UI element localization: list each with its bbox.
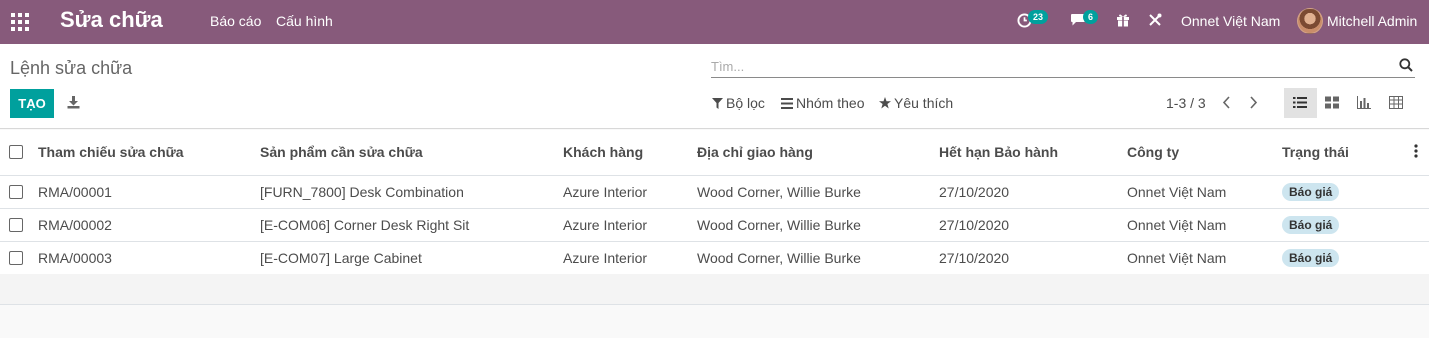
- cell-customer: Azure Interior: [563, 250, 648, 266]
- table-icon: [1389, 96, 1403, 109]
- search-icon[interactable]: [1399, 58, 1413, 72]
- cell-reference: RMA/00003: [38, 250, 112, 266]
- group-by-label: Nhóm theo: [796, 95, 865, 111]
- row-checkbox[interactable]: [9, 251, 23, 265]
- list-view-button[interactable]: [1284, 88, 1317, 118]
- cell-company: Onnet Việt Nam: [1127, 217, 1227, 233]
- pager-value[interactable]: 1-3 / 3: [1166, 95, 1206, 111]
- graph-view-button[interactable]: [1348, 88, 1381, 118]
- status-badge: Báo giá: [1282, 249, 1340, 267]
- menu-configuration[interactable]: Cấu hình: [276, 13, 333, 29]
- gift-button[interactable]: [1116, 10, 1132, 34]
- app-title[interactable]: Sửa chữa: [60, 7, 163, 33]
- optional-columns-icon[interactable]: [1414, 144, 1418, 158]
- status-badge: Báo giá: [1282, 216, 1340, 234]
- cell-product: [FURN_7800] Desk Combination: [260, 184, 464, 200]
- column-header-status[interactable]: Trạng thái: [1282, 144, 1349, 160]
- user-avatar[interactable]: [1297, 8, 1323, 34]
- cell-product: [E-COM06] Corner Desk Right Sit: [260, 217, 470, 233]
- table-row[interactable]: RMA/00002 [E-COM06] Corner Desk Right Si…: [0, 209, 1429, 242]
- cell-warranty: 27/10/2020: [939, 217, 1010, 233]
- cell-product: [E-COM07] Large Cabinet: [260, 250, 422, 266]
- cell-reference: RMA/00002: [38, 217, 112, 233]
- messages-count-badge: 6: [1083, 10, 1099, 24]
- favorites-label: Yêu thích: [894, 95, 954, 111]
- cell-address: Wood Corner, Willie Burke: [697, 250, 861, 266]
- column-header-reference[interactable]: Tham chiếu sửa chữa: [38, 144, 184, 160]
- cell-reference: RMA/00001: [38, 184, 112, 200]
- filters-label: Bộ lọc: [726, 95, 765, 111]
- group-by-button[interactable]: Nhóm theo: [781, 95, 864, 111]
- chevron-right-icon[interactable]: [1249, 96, 1258, 109]
- download-icon[interactable]: [67, 96, 80, 109]
- table-row[interactable]: RMA/00001 [FURN_7800] Desk Combination A…: [0, 176, 1429, 209]
- company-switcher[interactable]: Onnet Việt Nam: [1181, 13, 1280, 29]
- cell-customer: Azure Interior: [563, 217, 648, 233]
- cell-company: Onnet Việt Nam: [1127, 184, 1227, 200]
- control-panel: Lệnh sửa chữa TẠO Bộ lọc Nhóm theo Yêu t…: [0, 44, 1429, 129]
- kanban-view-icon: [1325, 96, 1339, 109]
- list-bars-icon: [781, 98, 793, 109]
- column-header-product[interactable]: Sản phẩm cần sửa chữa: [260, 144, 423, 160]
- messages-button[interactable]: 6: [1070, 10, 1102, 34]
- tools-icon: [1149, 13, 1162, 26]
- cell-address: Wood Corner, Willie Burke: [697, 217, 861, 233]
- table-header: Tham chiếu sửa chữa Sản phẩm cần sửa chữ…: [0, 130, 1429, 176]
- debug-tools-button[interactable]: [1148, 10, 1164, 34]
- star-icon: [879, 97, 891, 109]
- row-checkbox[interactable]: [9, 218, 23, 232]
- apps-menu-icon[interactable]: [11, 13, 29, 31]
- cell-company: Onnet Việt Nam: [1127, 250, 1227, 266]
- cell-warranty: 27/10/2020: [939, 250, 1010, 266]
- kanban-view-button[interactable]: [1316, 88, 1349, 118]
- gift-icon: [1117, 14, 1129, 27]
- column-header-company[interactable]: Công ty: [1127, 144, 1179, 160]
- breadcrumb: Lệnh sửa chữa: [10, 58, 133, 78]
- favorites-button[interactable]: Yêu thích: [879, 95, 953, 111]
- cell-customer: Azure Interior: [563, 184, 648, 200]
- chevron-left-icon[interactable]: [1222, 96, 1231, 109]
- pivot-view-button[interactable]: [1380, 88, 1413, 118]
- status-badge: Báo giá: [1282, 183, 1340, 201]
- column-header-address[interactable]: Địa chỉ giao hàng: [697, 144, 813, 160]
- search-bar: [711, 56, 1415, 78]
- table-row[interactable]: RMA/00003 [E-COM07] Large Cabinet Azure …: [0, 242, 1429, 275]
- user-menu[interactable]: Mitchell Admin: [1327, 13, 1417, 29]
- activity-count-badge: 23: [1028, 10, 1049, 24]
- filters-button[interactable]: Bộ lọc: [712, 95, 765, 111]
- column-header-customer[interactable]: Khách hàng: [563, 144, 643, 160]
- cell-address: Wood Corner, Willie Burke: [697, 184, 861, 200]
- column-header-warranty[interactable]: Hết hạn Bảo hành: [939, 144, 1058, 160]
- list-view-icon: [1293, 97, 1307, 108]
- select-all-checkbox[interactable]: [9, 145, 23, 159]
- activity-button[interactable]: 23: [1017, 10, 1053, 34]
- filter-icon: [712, 98, 723, 109]
- create-button[interactable]: TẠO: [10, 89, 54, 118]
- cell-warranty: 27/10/2020: [939, 184, 1010, 200]
- row-checkbox[interactable]: [9, 185, 23, 199]
- search-input[interactable]: [711, 56, 1391, 76]
- table-footer: [0, 274, 1429, 305]
- bar-chart-icon: [1357, 96, 1371, 109]
- menu-reporting[interactable]: Báo cáo: [210, 13, 261, 29]
- top-navbar: Sửa chữa Báo cáo Cấu hình 23 6 Onnet Việ…: [0, 0, 1429, 44]
